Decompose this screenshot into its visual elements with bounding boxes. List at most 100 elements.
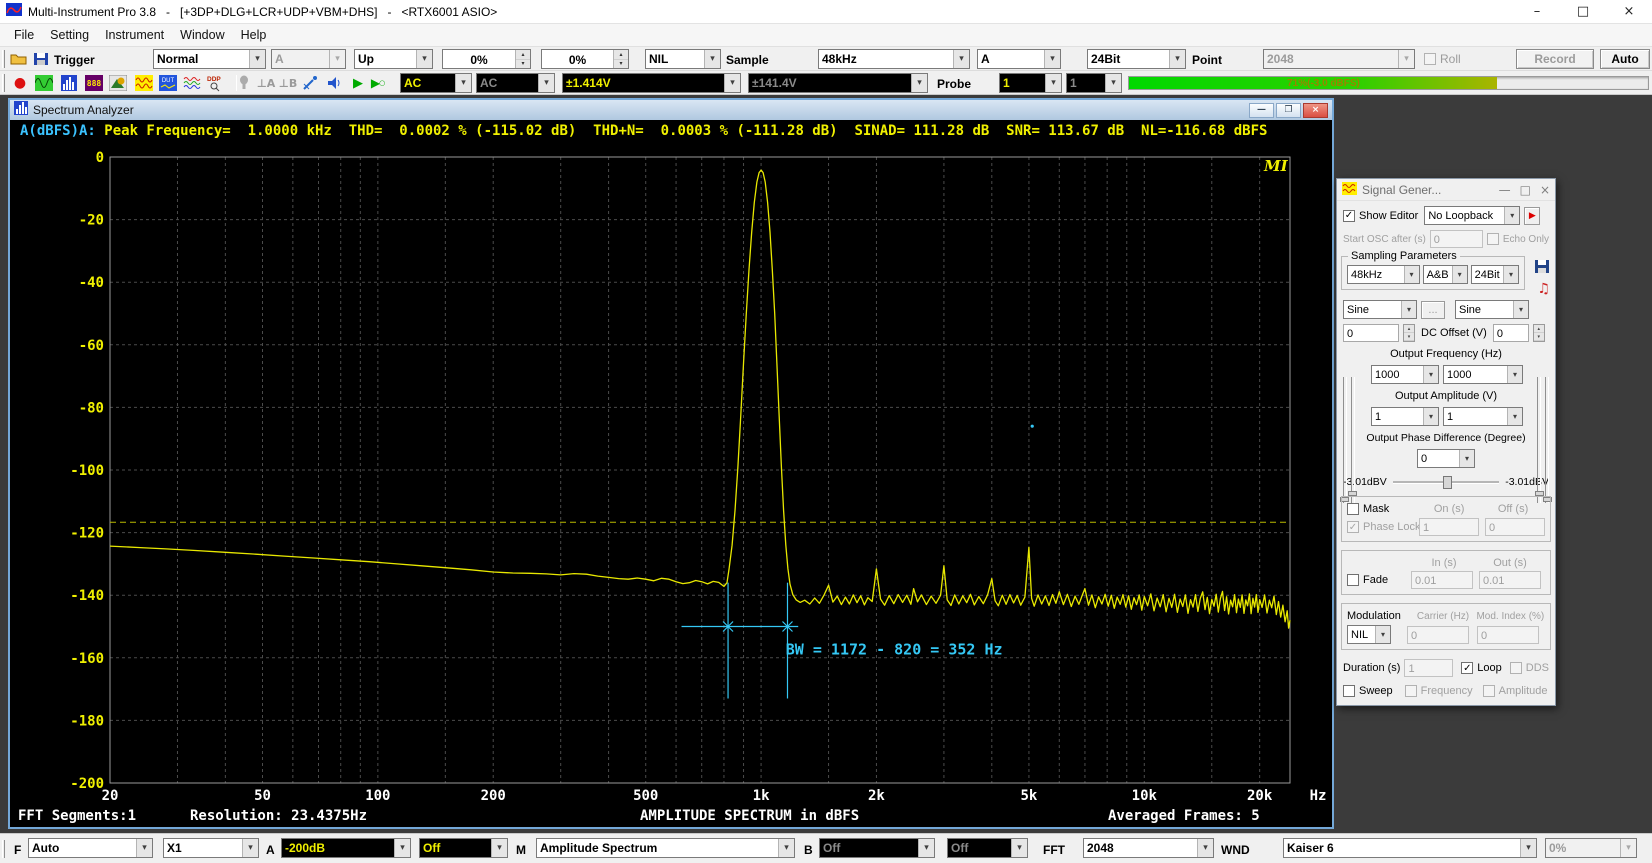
window-function-select[interactable]: Kaiser 6▾ [1283, 838, 1537, 858]
frequency-rejection-select[interactable]: NIL▾ [645, 49, 721, 69]
menu-help[interactable]: Help [233, 25, 275, 45]
loopback-select[interactable]: No Loopback▾ [1424, 206, 1520, 225]
show-editor-checkbox[interactable] [1343, 210, 1355, 222]
sweep-amplitude-checkbox[interactable] [1483, 685, 1495, 697]
range-b-select[interactable]: ±141.4V▾ [748, 73, 928, 93]
oscilloscope-icon[interactable] [34, 73, 54, 93]
spectrum-window-titlebar[interactable]: Spectrum Analyzer — ❐ × [10, 100, 1332, 120]
fade-in-input[interactable]: 0.01 [1411, 571, 1473, 589]
output-level-slider-b-right[interactable] [1545, 377, 1549, 503]
overlap-select[interactable]: 0%▾ [1545, 838, 1637, 858]
output-level-slider-a-left[interactable] [1343, 377, 1347, 503]
menu-window[interactable]: Window [172, 25, 232, 45]
record-icon[interactable]: ● [10, 73, 30, 93]
amplitude-b-select[interactable]: 1▾ [1443, 407, 1523, 426]
dc-offset-b-spinner[interactable]: ▴▾ [1533, 324, 1545, 342]
phase-lock-checkbox[interactable] [1347, 521, 1359, 533]
trigger-edge-select[interactable]: Up▾ [354, 49, 433, 69]
spectrum-plot[interactable]: BW = 1172 - 820 = 352 Hz0-20-40-60-80-10… [10, 141, 1332, 807]
ddp-viewer-icon[interactable]: DDP [205, 73, 225, 93]
speaker-icon[interactable] [324, 73, 344, 93]
roll-checkbox[interactable]: Roll [1424, 52, 1461, 66]
spectrum-3d-plot-icon[interactable] [108, 73, 128, 93]
play-loop-icon[interactable]: ▶○ [368, 73, 388, 93]
child-close-button[interactable]: × [1303, 103, 1328, 118]
balance-slider[interactable] [1393, 481, 1499, 484]
record-button[interactable]: Record [1516, 49, 1594, 69]
coupling-b-select[interactable]: AC▾ [476, 73, 555, 93]
signal-generator-titlebar[interactable]: Signal Gener... — □ × [1337, 179, 1555, 201]
sampling-channel-select[interactable]: A▾ [977, 49, 1061, 69]
carrier-input[interactable]: 0 [1407, 626, 1469, 644]
fft-size-select[interactable]: 2048▾ [1083, 838, 1214, 858]
phase-select[interactable]: 0▾ [1417, 449, 1475, 468]
sg-bits-select[interactable]: 24Bit▾ [1471, 265, 1519, 284]
modulation-type-select[interactable]: NIL▾ [1347, 625, 1391, 644]
mask-on-input[interactable]: 1 [1419, 518, 1479, 536]
bit-resolution-select[interactable]: 24Bit▾ [1087, 49, 1186, 69]
signal-generator-icon[interactable] [134, 73, 154, 93]
marker-b-icon[interactable]: ⊥B [278, 73, 298, 93]
close-button[interactable]: × [1606, 0, 1652, 23]
a-mode-select[interactable]: Off▾ [419, 838, 508, 858]
sg-channels-select[interactable]: A&B▾ [1423, 265, 1468, 284]
b-range-select[interactable]: Off▾ [819, 838, 935, 858]
child-minimize-button[interactable]: — [1249, 103, 1274, 118]
fade-checkbox[interactable] [1347, 574, 1359, 586]
mask-off-input[interactable]: 0 [1485, 518, 1545, 536]
mod-index-input[interactable]: 0 [1477, 626, 1539, 644]
save-file-icon[interactable] [31, 49, 51, 69]
frequency-axis-select[interactable]: Auto▾ [28, 838, 153, 858]
lcr-meter-icon[interactable] [182, 73, 202, 93]
coupling-a-select[interactable]: AC▾ [400, 73, 472, 93]
sweep-checkbox[interactable] [1343, 685, 1355, 697]
fade-out-input[interactable]: 0.01 [1479, 571, 1541, 589]
amplitude-a-select[interactable]: 1▾ [1371, 407, 1439, 426]
waveform-more-button[interactable]: ... [1421, 301, 1445, 319]
trigger-mode-select[interactable]: Normal▾ [153, 49, 266, 69]
sg-music-note-icon[interactable]: ♫ [1537, 281, 1550, 297]
sg-save-icon[interactable] [1534, 259, 1550, 277]
dut-icon[interactable]: DUT [158, 73, 178, 93]
menu-setting[interactable]: Setting [42, 25, 97, 45]
probe-calibration-icon[interactable] [300, 73, 320, 93]
minimize-button[interactable]: – [1514, 0, 1560, 23]
sg-minimize-button[interactable]: — [1499, 183, 1511, 197]
loop-checkbox[interactable] [1461, 662, 1473, 674]
dc-offset-a-input[interactable]: 0 [1343, 324, 1399, 342]
child-restore-button[interactable]: ❐ [1276, 103, 1301, 118]
trigger-delay-spinner[interactable]: 0%▴▾ [541, 49, 629, 69]
frequency-b-select[interactable]: 1000▾ [1443, 365, 1523, 384]
menu-instrument[interactable]: Instrument [97, 25, 172, 45]
a-range-select[interactable]: -200dB▾ [281, 838, 411, 858]
maximize-button[interactable]: □ [1560, 0, 1606, 23]
dds-checkbox[interactable] [1510, 662, 1522, 674]
probe-a-select[interactable]: 1▾ [999, 73, 1062, 93]
microphone-icon[interactable] [234, 73, 254, 93]
play-icon[interactable]: ▶ [348, 73, 368, 93]
waveform-a-select[interactable]: Sine▾ [1343, 300, 1417, 319]
menu-file[interactable]: File [6, 25, 42, 45]
trigger-source-select[interactable]: A▾ [271, 49, 346, 69]
spinner-arrows[interactable]: ▴▾ [613, 50, 628, 68]
trigger-level-spinner[interactable]: 0%▴▾ [442, 49, 531, 69]
frequency-a-select[interactable]: 1000▾ [1371, 365, 1439, 384]
sg-close-button[interactable]: × [1540, 183, 1550, 197]
sg-restore-button[interactable]: □ [1520, 183, 1531, 197]
output-level-slider-b-left[interactable] [1537, 377, 1541, 503]
spectrum-analyzer-icon[interactable] [59, 73, 79, 93]
auto-button[interactable]: Auto [1600, 49, 1650, 69]
duration-input[interactable]: 1 [1404, 659, 1453, 677]
b-mode-select[interactable]: Off▾ [947, 838, 1028, 858]
waveform-b-select[interactable]: Sine▾ [1455, 300, 1529, 319]
balance-slider-handle[interactable] [1443, 476, 1452, 489]
probe-b-select[interactable]: 1▾ [1066, 73, 1122, 93]
mask-checkbox[interactable] [1347, 503, 1359, 515]
spinner-arrows[interactable]: ▴▾ [515, 50, 530, 68]
echo-only-checkbox[interactable] [1487, 233, 1499, 245]
dc-offset-a-spinner[interactable]: ▴▾ [1403, 324, 1415, 342]
range-a-select[interactable]: ±1.414V▾ [562, 73, 741, 93]
open-file-icon[interactable] [9, 49, 29, 69]
sweep-frequency-checkbox[interactable] [1405, 685, 1417, 697]
dc-offset-b-input[interactable]: 0 [1493, 324, 1529, 342]
